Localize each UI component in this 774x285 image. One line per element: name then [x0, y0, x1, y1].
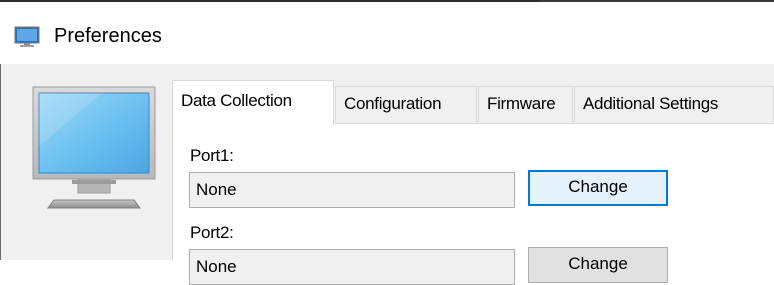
- monitor-illustration-icon: [32, 86, 156, 212]
- tab-label: Additional Settings: [583, 94, 719, 113]
- tab-label: Data Collection: [181, 91, 292, 110]
- tab-data-collection[interactable]: Data Collection: [172, 80, 334, 125]
- port2-change-button[interactable]: Change: [528, 247, 668, 283]
- tab-firmware[interactable]: Firmware: [478, 86, 573, 122]
- monitor-icon: [14, 26, 42, 48]
- port1-value: None: [196, 180, 237, 199]
- port1-change-button[interactable]: Change: [528, 170, 668, 206]
- tab-configuration[interactable]: Configuration: [335, 86, 477, 122]
- preferences-window: Preferences Data Collection Configuratio…: [0, 0, 774, 285]
- port2-value-field: None: [189, 249, 515, 285]
- button-label: Change: [568, 177, 628, 196]
- tab-additional-settings[interactable]: Additional Settings: [574, 86, 774, 122]
- tab-label: Configuration: [344, 94, 442, 113]
- port1-value-field: None: [189, 172, 515, 208]
- button-label: Change: [568, 254, 628, 273]
- title-bar[interactable]: Preferences: [0, 2, 774, 64]
- port1-label: Port1:: [190, 146, 234, 165]
- tab-label: Firmware: [487, 94, 556, 113]
- window-title: Preferences: [54, 25, 162, 47]
- port2-label: Port2:: [190, 223, 234, 242]
